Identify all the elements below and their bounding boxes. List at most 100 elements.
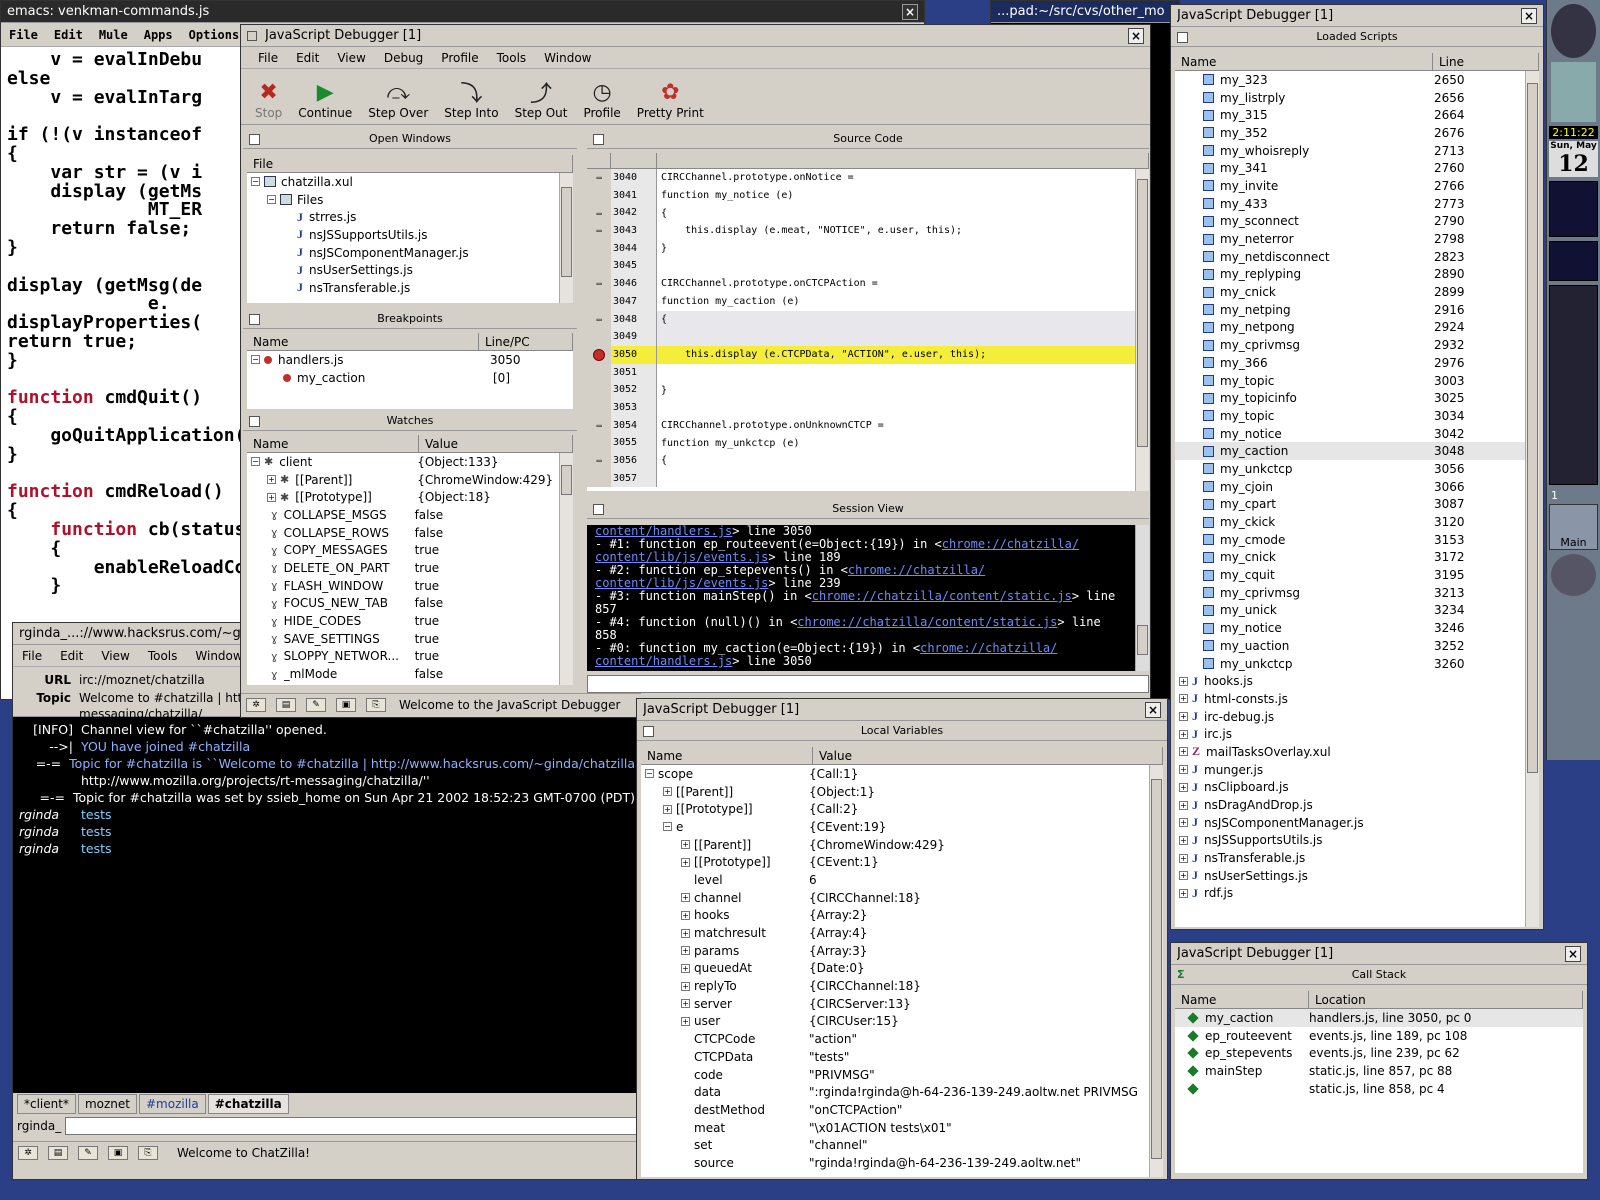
status-icon[interactable]: ▣ [108,1145,128,1160]
debugger-titlebar[interactable]: JavaScript Debugger [1] × [241,25,1150,47]
source-link[interactable]: chrome://chatzilla/ [920,641,1057,655]
tree-row[interactable]: + [[Parent]] {Object:1} [641,783,1163,801]
menu-item[interactable]: View [92,649,138,663]
script-function-row[interactable]: my_netpong 2924 [1175,319,1539,337]
applet-icon[interactable] [1551,62,1596,122]
chat-tab[interactable]: *client* [17,1094,76,1114]
tree-row[interactable]: − ✱ client {Object:133} [247,453,573,471]
scroll-thumb[interactable] [1527,83,1538,773]
tree-row[interactable]: ɣ _mlMode false [247,665,573,683]
script-function-row[interactable]: my_433 2773 [1175,195,1539,213]
source-link[interactable]: chrome://chatzilla/content/static.js [797,615,1057,629]
gutter-marker[interactable] [587,257,611,276]
close-icon[interactable]: × [902,3,918,20]
scroll-thumb[interactable] [1151,779,1162,1159]
script-function-row[interactable]: my_uaction 3252 [1175,637,1539,655]
twisty-icon[interactable]: + [681,893,690,903]
gnu-icon[interactable] [1551,554,1596,596]
script-function-row[interactable]: my_cprivmsg 2932 [1175,336,1539,354]
twisty-icon[interactable]: + [663,787,672,797]
twisty-icon[interactable]: + [663,804,672,814]
twisty-icon[interactable]: + [1179,818,1188,828]
script-function-row[interactable]: my_replyping 2890 [1175,266,1539,284]
stack-frame[interactable]: my_caction handlers.js, line 3050, pc 0 [1175,1009,1583,1027]
gutter-marker[interactable] [587,239,611,258]
script-file-row[interactable]: + JnsUserSettings.js [1175,867,1539,885]
stack-frame[interactable]: ep_stepevents events.js, line 239, pc 62 [1175,1044,1583,1062]
pane-toggle[interactable] [249,416,260,427]
col-header[interactable]: Name [247,333,479,350]
menu-item[interactable]: Mule [91,28,136,42]
source-line[interactable]: ▭ 3054 CIRCChannel.prototype.onUnknownCTCP… [587,416,1149,435]
menu-item[interactable]: Edit [51,649,92,663]
tree-row[interactable]: +source"rginda!rginda@h-64-236-139-249.a… [641,1154,1163,1172]
script-function-row[interactable]: my_ckick 3120 [1175,513,1539,531]
twisty-icon[interactable]: − [251,177,260,187]
pane-toggle[interactable] [1177,32,1188,43]
source-line[interactable]: 3057 [587,469,1149,488]
source-link[interactable]: content/lib/js/events.js [595,550,768,564]
script-function-row[interactable]: my_whoisreply 2713 [1175,142,1539,160]
tree-row[interactable]: ɣ SAVE_SETTINGS true [247,630,573,648]
twisty-icon[interactable]: − [251,355,260,365]
tree-row[interactable]: + [[Prototype]] {CEvent:1} [641,853,1163,871]
session-output[interactable]: content/handlers.js> line 3050 - #1: func… [587,525,1149,671]
url-value[interactable]: irc://moznet/chatzilla [79,673,205,687]
tree-row[interactable]: +CTCPData"tests" [641,1048,1163,1066]
chat-tab[interactable]: moznet [77,1094,137,1114]
chat-input[interactable] [65,1117,641,1135]
tree-row[interactable]: +CTCPCode"action" [641,1030,1163,1048]
twisty-icon[interactable]: − [251,457,260,467]
breakpoint-icon[interactable] [587,345,611,364]
script-function-row[interactable]: my_topic 3003 [1175,372,1539,390]
scrollbar[interactable] [1149,765,1163,1177]
script-function-row[interactable]: my_netdisconnect 2823 [1175,248,1539,266]
source-link[interactable]: content/handlers.js [595,654,732,668]
col-header[interactable]: Value [419,435,573,452]
menu-item[interactable]: Window [535,51,600,65]
gutter-marker[interactable] [587,381,611,399]
tree-row[interactable]: JnsTransferable.js [247,279,573,297]
tree-row[interactable]: JnsJSComponentManager.js [247,244,573,262]
col-header[interactable]: Name [641,747,813,764]
col-header[interactable]: Name [1175,53,1433,70]
menu-item[interactable]: Tools [488,51,536,65]
twisty-icon[interactable]: + [681,981,690,991]
twisty-icon[interactable]: + [1179,676,1188,686]
script-function-row[interactable]: my_neterror 2798 [1175,230,1539,248]
gnome-foot-icon[interactable] [1551,4,1596,58]
menu-item[interactable]: Options [181,28,248,42]
script-function-row[interactable]: my_notice 3042 [1175,425,1539,443]
col-header[interactable]: Line [1433,53,1539,70]
pager[interactable] [1549,285,1598,485]
twisty-icon[interactable]: + [681,928,690,938]
source-line[interactable]: 3045 [587,257,1149,276]
gutter-marker[interactable] [587,398,611,417]
script-function-row[interactable]: my_cmode 3153 [1175,531,1539,549]
script-function-row[interactable]: my_caction 3048 [1175,442,1539,461]
source-link[interactable]: chrome://chatzilla/content/static.js [812,589,1072,603]
script-function-row[interactable]: my_cprivmsg 3213 [1175,584,1539,602]
scrollbar[interactable] [559,173,573,303]
source-line[interactable]: ▭ 3048 { [587,310,1149,329]
script-function-row[interactable]: my_cjoin 3066 [1175,478,1539,496]
script-file-row[interactable]: + JnsClipboard.js [1175,779,1539,797]
twisty-icon[interactable]: + [681,946,690,956]
scroll-thumb[interactable] [1137,179,1148,447]
script-function-row[interactable]: my_315 2664 [1175,106,1539,124]
twisty-icon[interactable]: + [1179,871,1188,881]
twisty-icon[interactable]: + [1179,712,1188,722]
twisty-icon[interactable]: + [1179,765,1188,775]
script-file-row[interactable]: + Jirc-debug.js [1175,708,1539,726]
twisty-icon[interactable]: + [681,999,690,1009]
source-line[interactable]: ▭ 3040 CIRCChannel.prototype.onNotice = [587,169,1149,187]
script-file-row[interactable]: + JnsTransferable.js [1175,849,1539,867]
call-stack-tree[interactable]: my_caction handlers.js, line 3050, pc 0 ep… [1175,1009,1583,1173]
scrollbar[interactable] [1135,525,1149,671]
script-function-row[interactable]: my_topic 3034 [1175,407,1539,425]
tree-row[interactable]: ɣ FOCUS_NEW_TAB false [247,595,573,613]
script-function-row[interactable]: my_341 2760 [1175,159,1539,177]
menu-item[interactable]: Edit [46,28,91,42]
script-function-row[interactable]: my_323 2650 [1175,71,1539,89]
profile-button[interactable]: ◷ Profile [575,70,628,121]
